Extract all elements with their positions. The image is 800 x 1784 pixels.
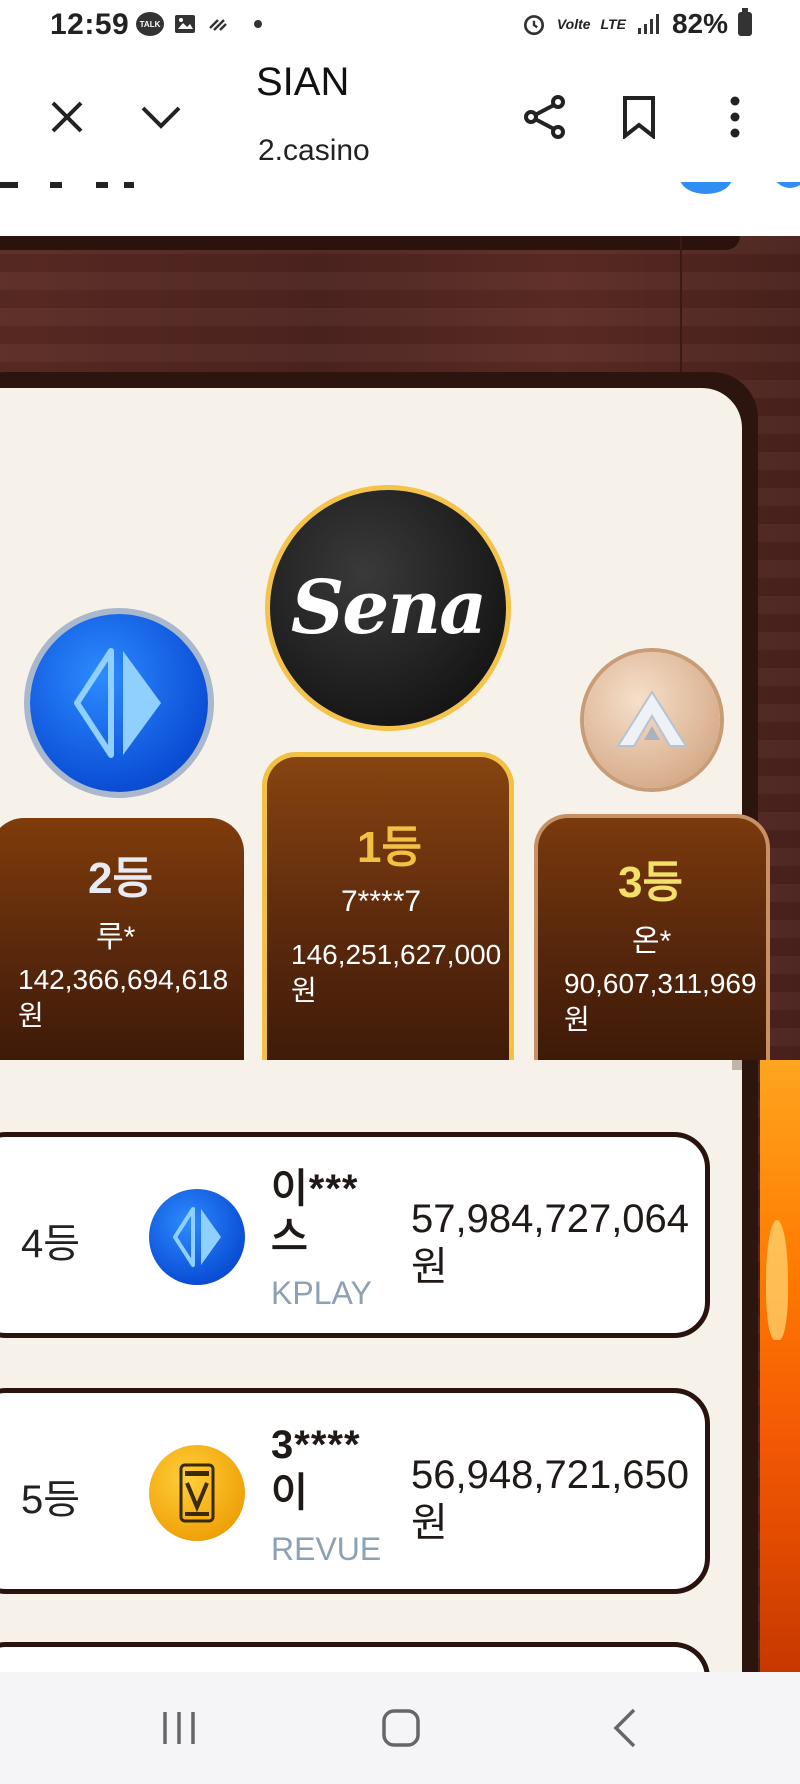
podium-amount: 142,366,694,618 원 (18, 964, 229, 1031)
wood-seam (680, 236, 682, 376)
site-header-strip (0, 182, 800, 237)
share-button[interactable] (510, 82, 580, 152)
ranking-card[interactable]: 4등 이*** 스 KPLAY 57,984,727,064 원 (0, 1132, 710, 1338)
home-icon (382, 1709, 420, 1747)
revue-badge-icon (179, 1463, 215, 1523)
bookmark-icon (623, 96, 655, 139)
alarm-icon (523, 15, 544, 36)
collapse-button[interactable] (126, 82, 196, 152)
more-options-button[interactable] (700, 82, 770, 152)
page-title: SIAN (256, 60, 350, 104)
kplay-logo (149, 1189, 245, 1285)
back-button[interactable] (590, 1700, 660, 1756)
card-provider: REVUE (271, 1531, 382, 1567)
site-menu-icon-cropped (680, 182, 800, 194)
more-vert-icon (730, 96, 740, 138)
card-amount: 57,984,727,064 원 (411, 1197, 690, 1289)
podium-rank: 3등 (618, 858, 683, 907)
kakaotalk-icon: TALK (136, 12, 164, 36)
recent-apps-button[interactable] (144, 1700, 214, 1756)
ranking-card[interactable]: 5등 3**** 이 REVUE 56,948,721,650 원 (0, 1388, 710, 1594)
podium-rank: 1등 (357, 823, 422, 872)
flame-decoration (760, 1060, 800, 1672)
podium-rank: 2등 (88, 854, 153, 903)
gallery-icon (175, 15, 195, 33)
recent-apps-icon (163, 1712, 195, 1744)
site-logo-cropped (0, 182, 134, 188)
status-time: 12:59 (50, 8, 130, 41)
podium-second: 2등 루* 142,366,694,618 원 (0, 818, 244, 1060)
close-icon (51, 101, 83, 133)
podium-amount: 146,251,627,000 원 (291, 939, 502, 1006)
more-notifications-icon (254, 20, 262, 28)
card-rank: 4등 (21, 1222, 81, 1266)
scroll-indicator[interactable] (732, 1060, 742, 1070)
podium-name: 온* (632, 925, 672, 958)
browser-toolbar: SIAN 2.casino (0, 52, 800, 184)
card-rank: 5등 (21, 1478, 81, 1522)
home-button[interactable] (366, 1700, 436, 1756)
kplay-diamond-icon (173, 1207, 221, 1267)
podium-first: 1등 7****7 146,251,627,000 원 (262, 752, 514, 1060)
battery-percent: 82% (671, 8, 728, 39)
system-status: Volte LTE 82% (521, 8, 752, 40)
a-logo (584, 652, 720, 788)
lte-icon: LTE (600, 16, 626, 32)
share-icon (524, 95, 565, 139)
volte-icon: Volte (556, 16, 591, 32)
sync-icon (209, 19, 227, 31)
podium-third: 3등 온* 90,607,311,969 원 (534, 814, 770, 1060)
podium-name: 루* (96, 921, 136, 954)
signal-icon (637, 14, 659, 34)
system-navigation-bar (0, 1672, 800, 1784)
card-provider: KPLAY (271, 1275, 372, 1311)
card-player-name: 이*** 스 (271, 1167, 359, 1259)
revue-logo (149, 1445, 245, 1541)
a-chevron-icon (616, 690, 688, 747)
panel-right-border (742, 1062, 758, 1672)
close-button[interactable] (32, 82, 102, 152)
card-amount: 56,948,721,650 원 (411, 1453, 690, 1545)
status-bar: 12:59 TALK Volte LTE 82% (0, 0, 800, 52)
page-url[interactable]: 2.casino (258, 134, 370, 168)
kplay-logo (30, 614, 208, 792)
podium-amount: 90,607,311,969 원 (564, 968, 757, 1035)
battery-icon (738, 8, 752, 36)
sena-logo: Sena (270, 490, 506, 726)
notification-icons: TALK (136, 12, 262, 36)
card-player-name: 3**** 이 (271, 1423, 361, 1515)
section-edge (0, 236, 740, 250)
kplay-diamond-icon (74, 648, 161, 758)
bookmark-button[interactable] (604, 82, 674, 152)
back-icon (613, 1708, 636, 1748)
podium-name: 7****7 (341, 885, 422, 918)
chevron-down-icon (141, 106, 181, 129)
sena-logo-text: Sena (290, 565, 487, 651)
